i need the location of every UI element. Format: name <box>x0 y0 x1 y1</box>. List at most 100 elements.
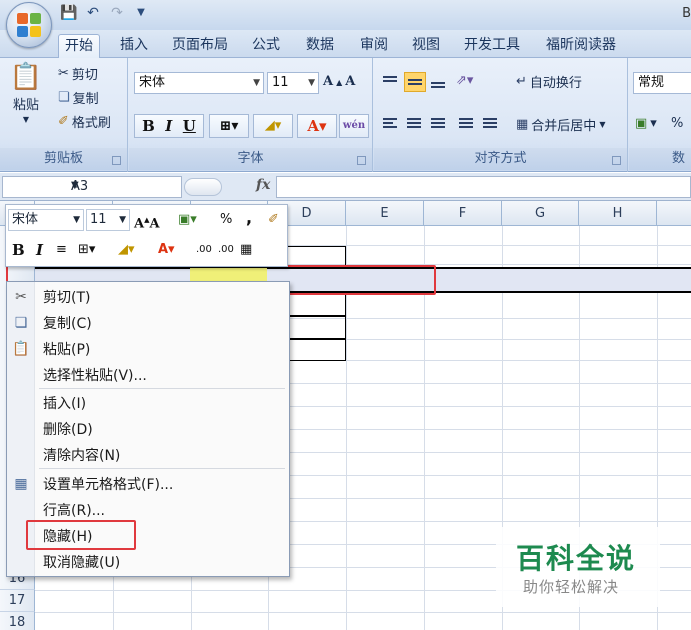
mini-borders-icon[interactable]: ⊞▾ <box>78 240 95 260</box>
font-group: 宋体 ▼ 11 ▼ A ▲ A B I U ⊞▾ ◢▾ A▾ wén 字体 <box>129 58 373 172</box>
insert-function-button[interactable]: fx <box>256 177 270 193</box>
borders-button[interactable]: ⊞▾ <box>209 114 249 138</box>
tab-view[interactable]: 视图 <box>406 34 446 58</box>
menu-item-paste-special[interactable]: 选择性粘贴(V)... <box>7 362 289 388</box>
mini-font-color-icon[interactable]: A▾ <box>158 240 175 260</box>
customize-qat-icon[interactable]: ▼ <box>132 4 150 22</box>
save-icon[interactable]: 💾 <box>60 4 78 22</box>
mini-increase-decimal-icon[interactable]: .00 <box>196 240 212 260</box>
underline-button[interactable]: U <box>183 117 196 135</box>
mini-currency-icon[interactable]: ▣▾ <box>178 210 197 230</box>
bold-italic-underline-group: B I U <box>134 114 204 138</box>
align-left-icon[interactable] <box>380 114 402 134</box>
mini-merge-icon[interactable]: ▦ <box>240 240 252 260</box>
menu-item-format-cells[interactable]: ▦ 设置单元格格式(F)... <box>7 471 289 497</box>
menu-item-delete[interactable]: 删除(D) <box>7 416 289 442</box>
fill-color-button[interactable]: ◢▾ <box>253 114 293 138</box>
font-group-label: 字体 <box>129 148 372 170</box>
row-header-18[interactable]: 18 <box>0 612 35 630</box>
format-painter-button[interactable]: ✐ 格式刷 <box>58 112 111 131</box>
tab-developer[interactable]: 开发工具 <box>458 34 526 58</box>
orientation-button[interactable]: ⇗▾ <box>456 73 473 88</box>
formula-input[interactable] <box>276 176 691 198</box>
chevron-down-icon: ▼ <box>73 215 80 225</box>
copy-button[interactable]: ❏ 复制 <box>58 88 99 107</box>
mini-grow-font-button[interactable]: A▲A <box>134 210 160 234</box>
mini-brush-icon[interactable]: ✐ <box>268 210 279 230</box>
menu-item-clear-contents[interactable]: 清除内容(N) <box>7 442 289 468</box>
merge-center-button[interactable]: ▦ 合并后居中 ▼ <box>516 115 605 134</box>
mini-bold-button[interactable]: B <box>12 240 25 260</box>
paste-icon: 📋 <box>9 62 43 92</box>
tab-page-layout[interactable]: 页面布局 <box>166 34 234 58</box>
mini-decrease-decimal-icon[interactable]: .00 <box>218 240 234 260</box>
redo-icon[interactable]: ↷ <box>108 4 126 22</box>
undo-icon[interactable]: ↶ <box>84 4 102 22</box>
align-right-icon[interactable] <box>428 114 450 134</box>
decrease-indent-icon[interactable] <box>456 114 478 134</box>
clipboard-group-label: 剪贴板 <box>0 148 127 170</box>
ribbon-tabs: 开始 插入 页面布局 公式 数据 审阅 视图 开发工具 福昕阅读器 <box>0 30 691 58</box>
font-name-combo[interactable]: 宋体 ▼ <box>134 72 264 94</box>
watermark: 百科全说 助你轻松解决 <box>496 527 660 607</box>
dialog-launcher-icon[interactable] <box>612 156 621 165</box>
menu-item-cut[interactable]: ✂ 剪切(T) <box>7 284 289 310</box>
paste-button[interactable]: 📋 粘贴 ▼ <box>8 62 44 124</box>
column-header-i[interactable] <box>657 201 691 226</box>
row-header-17[interactable]: 17 <box>0 590 35 612</box>
currency-button[interactable]: ▣ ▾ <box>635 116 657 131</box>
office-button[interactable] <box>6 2 52 48</box>
menu-item-unhide[interactable]: 取消隐藏(U) <box>7 549 289 575</box>
column-header-e[interactable]: E <box>346 201 424 226</box>
percent-button[interactable]: % <box>671 116 683 131</box>
tab-review[interactable]: 审阅 <box>354 34 394 58</box>
column-header-f[interactable]: F <box>424 201 502 226</box>
font-size-value: 11 <box>272 75 289 90</box>
menu-item-paste[interactable]: 📋 粘贴(P) <box>7 336 289 362</box>
menu-item-label: 行高(R)... <box>43 503 106 519</box>
align-bottom-icon[interactable] <box>428 72 450 92</box>
menu-item-insert[interactable]: 插入(I) <box>7 390 289 416</box>
wrap-text-label: 自动换行 <box>529 76 582 91</box>
mini-size-combo[interactable]: 11 ▼ <box>86 209 130 231</box>
clipboard-group: 📋 粘贴 ▼ ✂ 剪切 ❏ 复制 ✐ 格式刷 剪贴板 <box>0 58 128 172</box>
watermark-subtitle: 助你轻松解决 <box>523 578 620 596</box>
menu-item-copy[interactable]: ❏ 复制(C) <box>7 310 289 336</box>
increase-indent-icon[interactable] <box>480 114 502 134</box>
italic-button[interactable]: I <box>165 117 172 135</box>
chevron-down-icon: ▼ <box>22 115 30 124</box>
column-header-g[interactable]: G <box>502 201 579 226</box>
align-center-icon[interactable] <box>404 114 426 134</box>
brush-icon: ✐ <box>58 114 69 129</box>
bold-button[interactable]: B <box>142 117 155 135</box>
font-grow-button[interactable]: A ▲ A <box>323 74 355 89</box>
cut-button[interactable]: ✂ 剪切 <box>58 64 98 83</box>
menu-item-label: 插入(I) <box>43 396 87 412</box>
wrap-text-button[interactable]: ↵ 自动换行 <box>516 72 582 91</box>
mini-fill-color-icon[interactable]: ◢▾ <box>118 240 135 260</box>
mini-comma-button[interactable]: , <box>246 208 252 228</box>
font-color-button[interactable]: A▾ <box>297 114 337 138</box>
cut-label: 剪切 <box>71 68 98 83</box>
mini-percent-button[interactable]: % <box>220 210 232 230</box>
column-header-h[interactable]: H <box>579 201 657 226</box>
chevron-down-icon: ▼ <box>119 215 126 225</box>
tab-foxit-reader[interactable]: 福昕阅读器 <box>540 34 622 58</box>
dialog-launcher-icon[interactable] <box>357 156 366 165</box>
tab-formulas[interactable]: 公式 <box>246 34 286 58</box>
dialog-launcher-icon[interactable] <box>112 156 121 165</box>
tab-data[interactable]: 数据 <box>300 34 340 58</box>
align-middle-icon[interactable] <box>404 72 426 92</box>
tab-home[interactable]: 开始 <box>58 34 100 58</box>
number-format-combo[interactable]: 常规 <box>633 72 691 94</box>
tab-insert[interactable]: 插入 <box>114 34 154 58</box>
phonetic-button[interactable]: wén <box>339 114 369 138</box>
mini-font-combo[interactable]: 宋体 ▼ <box>8 209 84 231</box>
number-group: 常规 ▣ ▾ % 数 <box>629 58 691 172</box>
mini-center-icon[interactable]: ≡ <box>56 240 67 260</box>
name-box[interactable]: A3 ▼ <box>2 176 182 198</box>
menu-separator <box>39 468 285 469</box>
font-size-combo[interactable]: 11 ▼ <box>267 72 319 94</box>
align-top-icon[interactable] <box>380 72 402 92</box>
mini-italic-button[interactable]: I <box>36 240 43 260</box>
